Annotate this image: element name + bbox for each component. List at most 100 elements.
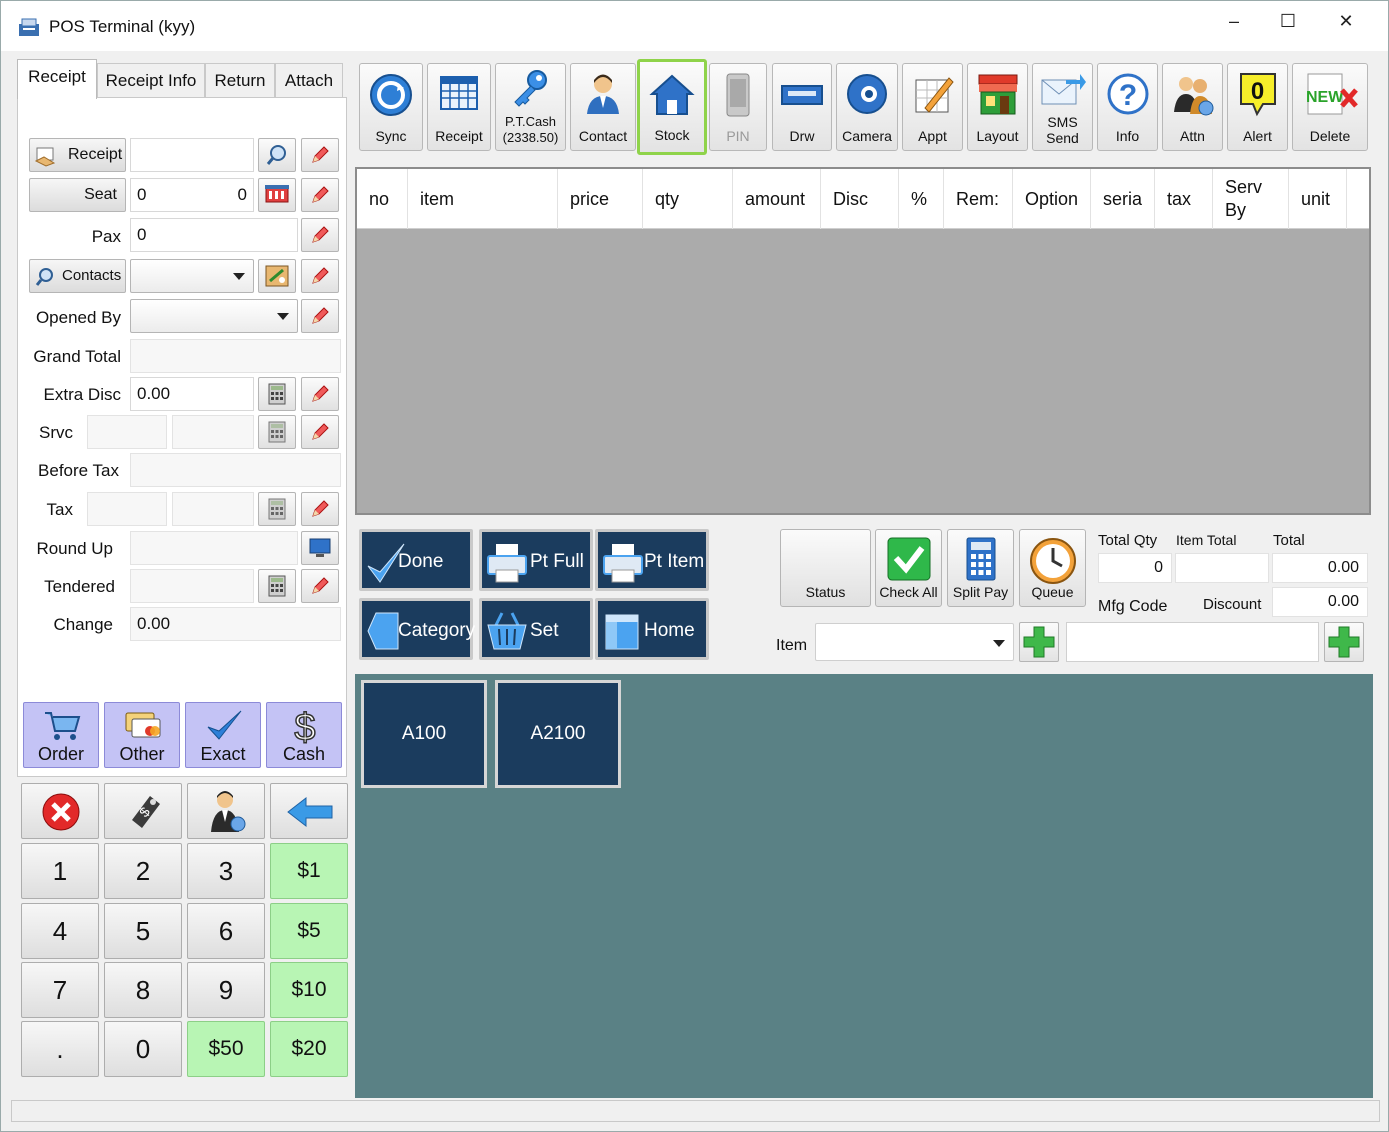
- key-8[interactable]: 8: [104, 962, 182, 1018]
- key-6[interactable]: 6: [187, 903, 265, 959]
- tab-attach[interactable]: Attach: [275, 63, 343, 97]
- extra-disc-input[interactable]: 0.00: [130, 377, 254, 411]
- col-option[interactable]: Option: [1013, 169, 1091, 229]
- print-full-button[interactable]: Pt Full: [479, 529, 593, 591]
- status-button[interactable]: Status: [780, 529, 871, 607]
- alert-button[interactable]: 0 Alert: [1227, 63, 1288, 151]
- key-10-dollar[interactable]: $10: [270, 962, 348, 1018]
- seat-edit-button[interactable]: [301, 178, 339, 212]
- col-disc[interactable]: Disc: [821, 169, 899, 229]
- contact-card-button[interactable]: [258, 259, 296, 293]
- key-0[interactable]: 0: [104, 1021, 182, 1077]
- key-7[interactable]: 7: [21, 962, 99, 1018]
- pax-input[interactable]: 0: [130, 218, 298, 252]
- queue-button[interactable]: Queue: [1019, 529, 1086, 607]
- col-item[interactable]: item: [408, 169, 558, 229]
- cash-button[interactable]: $ Cash: [266, 702, 342, 768]
- col-serv-by[interactable]: Serv By: [1213, 169, 1289, 229]
- col-percent[interactable]: %: [899, 169, 944, 229]
- col-rem[interactable]: Rem:: [944, 169, 1013, 229]
- key-5[interactable]: 5: [104, 903, 182, 959]
- seat-button[interactable]: Seat: [29, 178, 126, 212]
- srvc-amount-input[interactable]: [172, 415, 254, 449]
- col-qty[interactable]: qty: [643, 169, 733, 229]
- key-50-dollar[interactable]: $50: [187, 1021, 265, 1077]
- drawer-button[interactable]: Drw: [772, 63, 832, 151]
- contacts-button[interactable]: Contacts: [29, 259, 126, 293]
- appt-button[interactable]: Appt: [902, 63, 963, 151]
- price-tag-button[interactable]: $: [104, 783, 182, 839]
- contact-toolbar-button[interactable]: Contact: [570, 63, 636, 151]
- layout-button[interactable]: Layout: [967, 63, 1028, 151]
- contacts-edit-button[interactable]: [301, 259, 339, 293]
- key-20-dollar[interactable]: $20: [270, 1021, 348, 1077]
- receipt-lookup-button[interactable]: Receipt: [29, 138, 126, 172]
- check-all-button[interactable]: Check All: [875, 529, 942, 607]
- tax-edit-button[interactable]: [301, 492, 339, 526]
- exact-button[interactable]: Exact: [185, 702, 261, 768]
- receipt-toolbar-button[interactable]: Receipt: [427, 63, 491, 151]
- col-seria[interactable]: seria: [1091, 169, 1155, 229]
- tab-receipt[interactable]: Receipt: [17, 59, 97, 99]
- srvc-percent-input[interactable]: [87, 415, 167, 449]
- pin-button[interactable]: PIN: [709, 63, 767, 151]
- contacts-dropdown[interactable]: [130, 259, 254, 293]
- minimize-button[interactable]: –: [1205, 1, 1263, 43]
- done-button[interactable]: Done: [359, 529, 473, 591]
- stock-button[interactable]: Stock: [637, 59, 707, 155]
- search-button[interactable]: [258, 138, 296, 172]
- table-layout-button[interactable]: [258, 178, 296, 212]
- receipt-edit-button[interactable]: [301, 138, 339, 172]
- tendered-input[interactable]: [130, 569, 254, 603]
- print-item-button[interactable]: Pt Item: [595, 529, 709, 591]
- tax-percent-input[interactable]: [87, 492, 167, 526]
- sync-button[interactable]: Sync: [359, 63, 423, 151]
- opened-by-edit-button[interactable]: [301, 299, 339, 333]
- category-item-a100[interactable]: A100: [361, 680, 487, 788]
- set-button[interactable]: Set: [479, 598, 593, 660]
- key-decimal[interactable]: .: [21, 1021, 99, 1077]
- order-button[interactable]: Order: [23, 702, 99, 768]
- col-amount[interactable]: amount: [733, 169, 821, 229]
- sms-send-button[interactable]: SMS Send: [1032, 63, 1093, 151]
- tendered-edit-button[interactable]: [301, 569, 339, 603]
- opened-by-dropdown[interactable]: [130, 299, 298, 333]
- col-unit[interactable]: unit: [1289, 169, 1347, 229]
- key-5-dollar[interactable]: $5: [270, 903, 348, 959]
- category-item-a2100[interactable]: A2100: [495, 680, 621, 788]
- srvc-edit-button[interactable]: [301, 415, 339, 449]
- extra-disc-calc-button[interactable]: [258, 377, 296, 411]
- maximize-button[interactable]: ☐: [1259, 1, 1317, 43]
- receipt-input[interactable]: [130, 138, 254, 172]
- delete-button[interactable]: NEW Delete: [1292, 63, 1368, 151]
- split-pay-button[interactable]: Split Pay: [947, 529, 1014, 607]
- close-button[interactable]: ✕: [1317, 1, 1375, 43]
- srvc-calc-button[interactable]: [258, 415, 296, 449]
- home-button[interactable]: Home: [595, 598, 709, 660]
- info-button[interactable]: ? Info: [1097, 63, 1158, 151]
- tax-amount-input[interactable]: [172, 492, 254, 526]
- other-payment-button[interactable]: Other: [104, 702, 180, 768]
- pax-edit-button[interactable]: [301, 218, 339, 252]
- staff-button[interactable]: [187, 783, 265, 839]
- seat-input[interactable]: 0 0: [130, 178, 254, 212]
- round-up-button[interactable]: [301, 531, 339, 565]
- key-2[interactable]: 2: [104, 843, 182, 899]
- pt-cash-button[interactable]: P.T.Cash (2338.50): [495, 63, 566, 151]
- order-items-grid[interactable]: no item price qty amount Disc % Rem: Opt…: [355, 167, 1371, 515]
- add-item-button[interactable]: [1019, 622, 1059, 662]
- camera-button[interactable]: Camera: [836, 63, 898, 151]
- tax-calc-button[interactable]: [258, 492, 296, 526]
- mfg-code-input[interactable]: [1066, 622, 1319, 662]
- key-4[interactable]: 4: [21, 903, 99, 959]
- col-price[interactable]: price: [558, 169, 643, 229]
- item-dropdown[interactable]: [815, 623, 1014, 661]
- extra-disc-edit-button[interactable]: [301, 377, 339, 411]
- category-button[interactable]: Category: [359, 598, 475, 660]
- key-3[interactable]: 3: [187, 843, 265, 899]
- add-mfg-code-button[interactable]: [1324, 622, 1364, 662]
- col-no[interactable]: no: [357, 169, 408, 229]
- key-9[interactable]: 9: [187, 962, 265, 1018]
- col-tax[interactable]: tax: [1155, 169, 1213, 229]
- key-1-dollar[interactable]: $1: [270, 843, 348, 899]
